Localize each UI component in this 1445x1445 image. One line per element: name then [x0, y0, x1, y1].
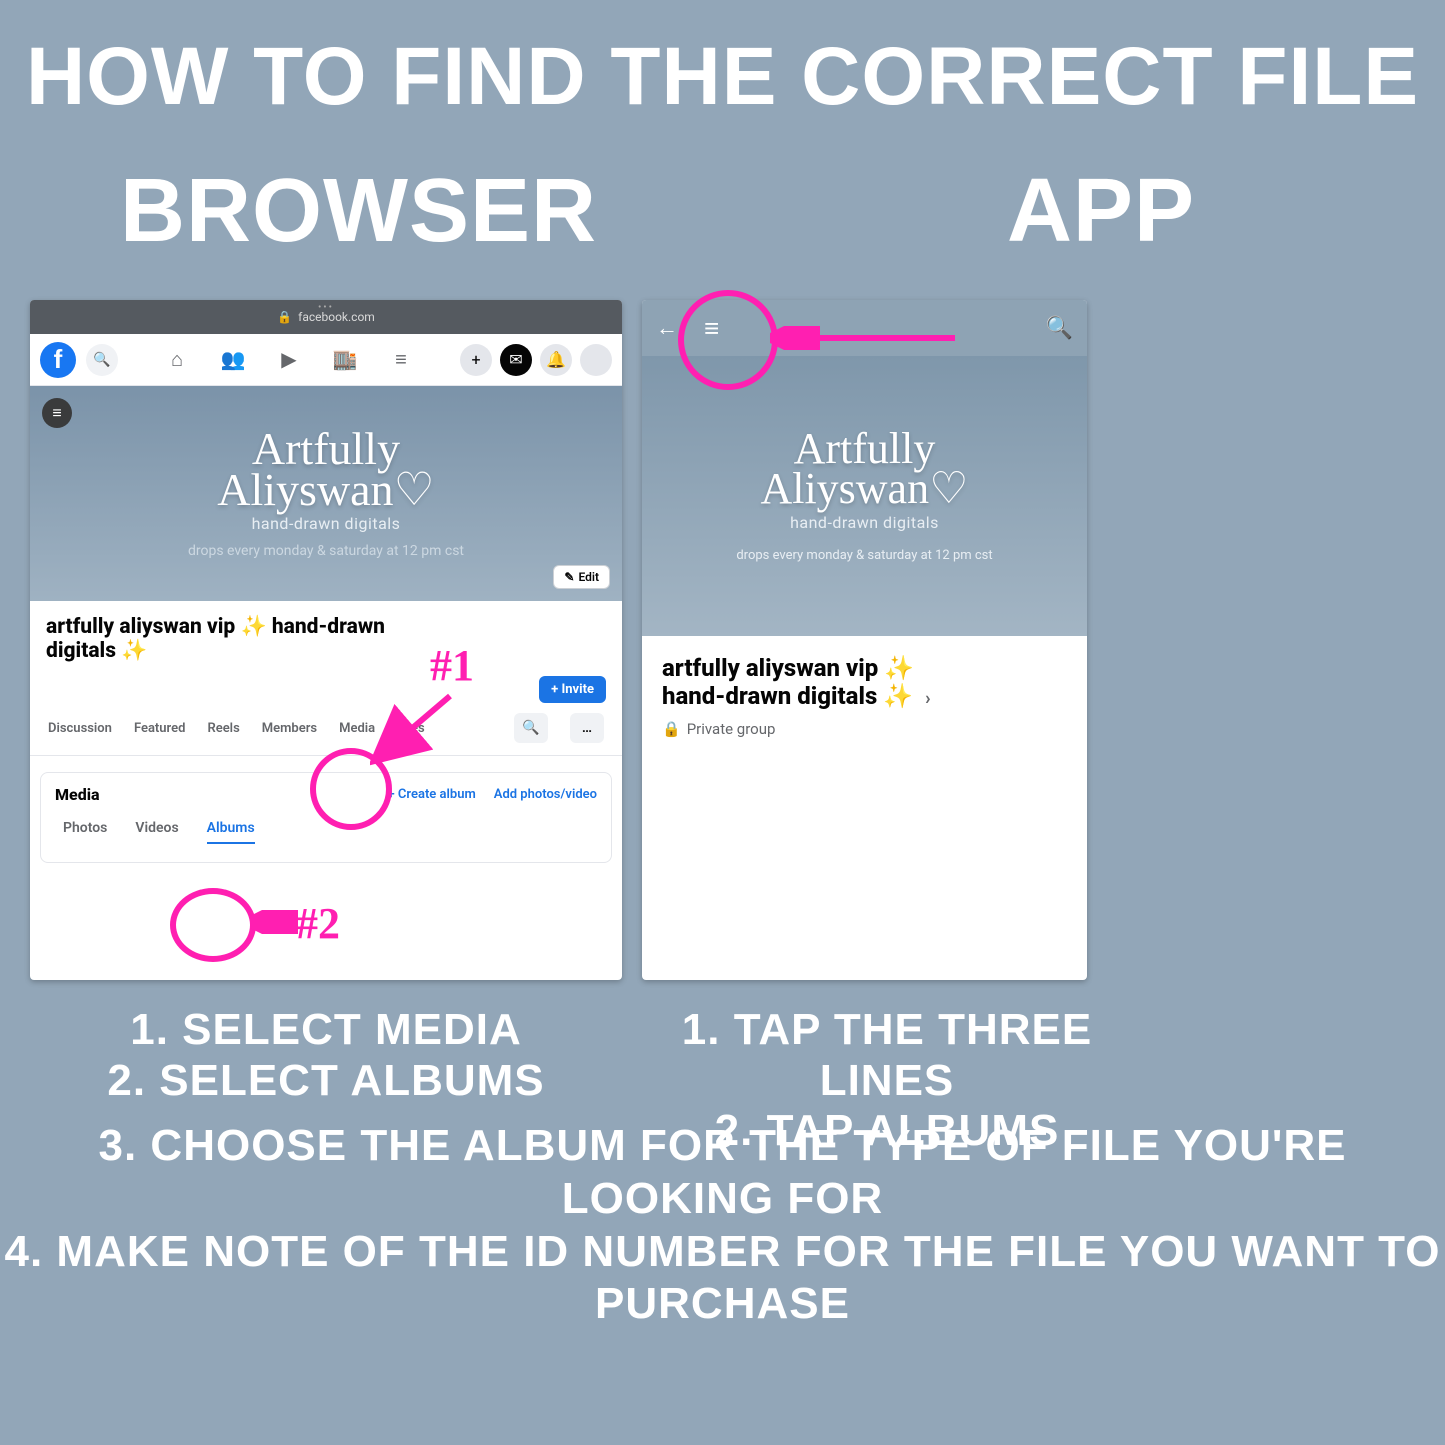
app-group-header[interactable]: artfully aliyswan vip ✨ hand-drawn digit… [642, 636, 1087, 756]
browser-address-bar: ••• 🔒 facebook.com [30, 300, 622, 334]
invite-button[interactable]: + Invite [539, 676, 606, 703]
tab-members[interactable]: Members [262, 721, 317, 736]
group-tabs: Discussion Featured Reels Members Media … [30, 673, 622, 756]
app-group-name-l2: hand-drawn digitals ✨ [662, 682, 913, 710]
instructions-left: 1. SELECT MEDIA 2. SELECT ALBUMS [30, 1005, 622, 1106]
app-brand-line2: Aliyswan♡ [760, 469, 968, 509]
home-icon[interactable]: ⌂ [164, 347, 190, 372]
create-album-link[interactable]: + Create album [388, 787, 476, 802]
annotation-arrow-two [250, 910, 300, 934]
app-screenshot: ← ≡ 🔍 Artfully Aliyswan♡ hand-drawn digi… [642, 300, 1087, 980]
instr-left-2: 2. SELECT ALBUMS [30, 1056, 622, 1107]
add-photos-link[interactable]: Add photos/video [494, 787, 597, 802]
pencil-icon: ✎ [564, 570, 574, 584]
subtab-photos[interactable]: Photos [63, 820, 107, 844]
messenger-icon[interactable]: ✉ [500, 344, 532, 376]
chevron-right-icon: › [925, 688, 930, 709]
app-group-cover: Artfully Aliyswan♡ hand-drawn digitals d… [642, 356, 1087, 636]
create-plus-icon[interactable]: + [460, 344, 492, 376]
instr-right-1: 1. TAP THE THREE LINES [642, 1005, 1132, 1106]
menu-lines-icon[interactable]: ≡ [388, 347, 414, 372]
browser-screenshot: ••• 🔒 facebook.com f 🔍 ⌂ 👥 ▶ 🏬 ≡ + ✉ 🔔 ≡… [30, 300, 622, 980]
instructions-wide: 3. CHOOSE THE ALBUM FOR THE TYPE OF FILE… [0, 1120, 1445, 1331]
app-group-name-l1: artfully aliyswan vip ✨ [662, 654, 914, 682]
facebook-nav: ⌂ 👥 ▶ 🏬 ≡ [128, 347, 450, 372]
browser-grabber-icon: ••• [318, 302, 334, 313]
tab-reels[interactable]: Reels [207, 721, 239, 736]
friends-icon[interactable]: 👥 [220, 347, 246, 372]
app-search-icon[interactable]: 🔍 [1046, 316, 1073, 341]
brand-line1: Artfully [252, 428, 400, 469]
media-section: Media + Create album Add photos/video Ph… [40, 772, 612, 863]
edit-label: Edit [578, 570, 599, 584]
annotation-arrow-one [370, 690, 460, 770]
account-avatar-icon[interactable] [580, 344, 612, 376]
tab-featured[interactable]: Featured [134, 721, 186, 736]
cover-menu-icon[interactable]: ≡ [42, 398, 72, 428]
app-brand-sub2: drops every monday & saturday at 12 pm c… [736, 548, 992, 563]
group-cover: ≡ Artfully Aliyswan♡ hand-drawn digitals… [30, 386, 622, 601]
annotation-arrow-hamburger [770, 326, 960, 350]
tab-discussion[interactable]: Discussion [48, 721, 112, 736]
url-host: facebook.com [298, 310, 375, 324]
brand-sub1: hand-drawn digitals [252, 514, 401, 533]
instr-left-1: 1. SELECT MEDIA [30, 1005, 622, 1056]
lock-icon: 🔒 [662, 720, 681, 738]
instr-4: 4. MAKE NOTE OF THE ID NUMBER FOR THE FI… [0, 1226, 1445, 1332]
app-menu-lines-icon[interactable]: ≡ [704, 313, 719, 344]
brand-line2: Aliyswan♡ [217, 469, 435, 510]
notifications-icon[interactable]: 🔔 [540, 344, 572, 376]
tab-more-icon[interactable]: … [570, 713, 604, 743]
app-brand-sub1: hand-drawn digitals [790, 513, 939, 532]
group-header: artfully aliyswan vip ✨ hand-drawn digit… [30, 601, 622, 673]
facebook-logo-icon[interactable]: f [40, 342, 76, 378]
back-arrow-icon[interactable]: ← [656, 315, 678, 341]
media-heading: Media [55, 785, 100, 804]
instr-3: 3. CHOOSE THE ALBUM FOR THE TYPE OF FILE… [0, 1120, 1445, 1226]
subtab-albums[interactable]: Albums [207, 820, 255, 844]
edit-cover-button[interactable]: ✎ Edit [553, 565, 610, 589]
group-name: artfully aliyswan vip ✨ hand-drawn digit… [46, 615, 426, 663]
column-title-app: APP [1007, 160, 1195, 263]
lock-icon: 🔒 [277, 310, 292, 324]
watch-icon[interactable]: ▶ [276, 347, 302, 372]
privacy-label: Private group [687, 720, 776, 738]
subtab-videos[interactable]: Videos [135, 820, 178, 844]
marketplace-icon[interactable]: 🏬 [332, 347, 358, 372]
tab-search-icon[interactable]: 🔍 [514, 713, 548, 743]
page-title: HOW TO FIND THE CORRECT FILE [0, 30, 1445, 124]
column-title-browser: BROWSER [120, 160, 597, 263]
facebook-topbar: f 🔍 ⌂ 👥 ▶ 🏬 ≡ + ✉ 🔔 [30, 334, 622, 386]
brand-sub2: drops every monday & saturday at 12 pm c… [188, 543, 464, 559]
search-icon[interactable]: 🔍 [86, 344, 118, 376]
